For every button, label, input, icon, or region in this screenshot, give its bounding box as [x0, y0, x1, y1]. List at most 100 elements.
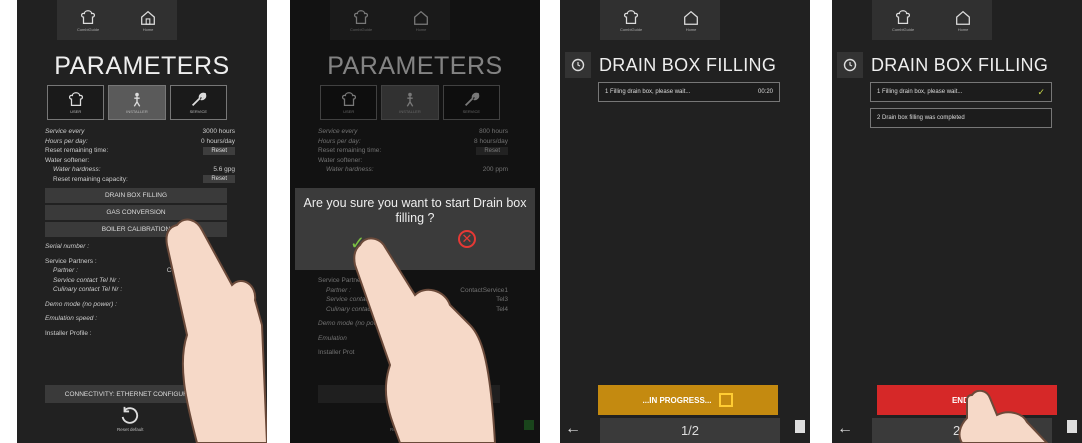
home-button[interactable]: Home: [139, 9, 157, 32]
end-label: END: [951, 395, 969, 405]
top-bar: CombiGuide Home: [600, 0, 720, 40]
param-row: Installer Profile :: [45, 329, 235, 339]
bookmark-icon[interactable]: [1067, 420, 1077, 433]
param-row: Serial number :: [45, 242, 235, 252]
emulation-label: Emulation speed :: [45, 315, 98, 323]
combiguide-button[interactable]: CombiGuide: [77, 9, 99, 32]
home-label: Home: [142, 26, 154, 32]
combiguide-button[interactable]: CombiGuide: [892, 9, 914, 32]
tab-bar: USER INSTALLER SERVICE: [47, 85, 227, 120]
chef-hat-icon: [624, 9, 639, 24]
page-indicator: 1/2: [600, 418, 780, 443]
page-title: PARAMETERS: [54, 52, 230, 80]
partners-label: Service Partners :: [45, 257, 97, 265]
step-text: 2 Drain box filling was completed: [877, 115, 965, 121]
drain-box-filling-button[interactable]: DRAIN BOX FILLING: [45, 188, 227, 203]
parameter-list: Service every 3000 hours Hours per day: 0 …: [45, 127, 235, 338]
confirm-screen: CombiGuide Home PARAMETERS USER INSTALLE…: [290, 0, 540, 443]
wrench-icon: [192, 92, 207, 107]
connectivity-button[interactable]: CONNECTIVITY: ETHERNET CONFIGURATION: [45, 385, 227, 403]
dialog-question: Are you sure you want to start Drain box…: [303, 196, 527, 225]
installer-icon: [133, 92, 141, 107]
param-row: Service every 3000 hours: [45, 127, 235, 137]
home-button[interactable]: Home: [954, 9, 972, 32]
tab-installer-label: INSTALLER: [126, 109, 148, 114]
combiguide-label: CombiGuide: [619, 26, 643, 32]
param-row: Hours per day: 0 hours/day: [45, 137, 235, 147]
demo-mode-label: Demo mode (no power) :: [45, 300, 117, 308]
tab-service-label: SERVICE: [189, 109, 208, 114]
home-icon: [956, 10, 970, 25]
drain-box-complete-screen: CombiGuide Home DRAIN BOX FILLING 1 Fill…: [832, 0, 1082, 443]
param-row: Demo mode (no power) :: [45, 300, 235, 310]
param-row: Emulation speed :: [45, 314, 235, 324]
parameters-screen: CombiGuide Home PARAMETERS USER INSTALLE…: [17, 0, 267, 443]
top-bar: CombiGuide Home: [872, 0, 992, 40]
combiguide-label: CombiGuide: [891, 26, 915, 32]
page-indicator: 2/2: [872, 418, 1052, 443]
clock-icon[interactable]: [565, 52, 591, 78]
param-row: Partner : Co: [45, 266, 235, 276]
tab-service[interactable]: SERVICE: [169, 85, 227, 120]
home-label: Home: [957, 26, 969, 32]
step-item: 1 Filling drain box, please wait... ✓: [870, 82, 1052, 102]
check-icon: ✓: [1037, 86, 1045, 97]
partner-value: Co: [166, 267, 175, 275]
culinary-contact-label: Culinary contact Tel Nr :: [53, 286, 123, 294]
page-title: DRAIN BOX FILLING: [599, 54, 777, 75]
serial-label: Serial number :: [45, 243, 90, 251]
tab-user[interactable]: USER: [47, 85, 105, 120]
page-title: DRAIN BOX FILLING: [871, 54, 1049, 75]
tab-installer[interactable]: INSTALLER: [108, 85, 166, 120]
gas-conversion-button[interactable]: GAS CONVERSION: [45, 205, 227, 220]
back-arrow-icon[interactable]: ←: [565, 420, 581, 438]
page-header: DRAIN BOX FILLING: [560, 52, 810, 78]
param-value[interactable]: 3000 hours: [202, 128, 235, 135]
param-label: Reset remaining capacity:: [53, 175, 128, 183]
param-label: Reset remaining time:: [45, 147, 109, 155]
installer-profile-label: Installer Profile :: [45, 329, 92, 337]
reset-capacity-button[interactable]: Reset: [203, 175, 235, 184]
reset-time-button[interactable]: Reset: [203, 146, 235, 155]
clock-icon[interactable]: [837, 52, 863, 78]
home-shortcut-icon[interactable]: [251, 420, 261, 430]
chef-hat-icon: [896, 9, 911, 24]
tab-user-label: USER: [70, 109, 82, 114]
param-label: Water hardness:: [53, 166, 101, 174]
step-text: 1 Filling drain box, please wait...: [605, 89, 691, 95]
tutorial-stage: CombiGuide Home PARAMETERS USER INSTALLE…: [0, 0, 1082, 443]
in-progress-button[interactable]: ...IN PROGRESS...: [598, 385, 778, 415]
param-label: Service every: [45, 128, 85, 136]
step-timer: 00:20: [757, 89, 773, 95]
param-row: Service Partners :: [45, 257, 235, 267]
combiguide-label: CombiGuide: [76, 26, 100, 32]
end-button[interactable]: END ⚑: [877, 385, 1057, 415]
step-item: 2 Drain box filling was completed: [870, 108, 1052, 128]
page-header: DRAIN BOX FILLING: [832, 52, 1082, 78]
param-value[interactable]: 0 hours/day: [201, 138, 235, 145]
param-row: Reset remaining capacity: Reset: [45, 175, 235, 185]
reset-icon: [122, 406, 139, 424]
chef-hat-icon: [81, 9, 96, 24]
reset-default-button[interactable]: Reset default: [117, 405, 144, 432]
param-label: Hours per day:: [45, 137, 88, 145]
top-bar: CombiGuide Home: [57, 0, 177, 40]
confirm-check-icon[interactable]: ✓: [350, 233, 365, 254]
param-row: Water softener:: [45, 156, 235, 166]
home-icon: [684, 10, 698, 25]
drain-box-progress-screen: CombiGuide Home DRAIN BOX FILLING 1 Fill…: [560, 0, 810, 443]
step-text: 1 Filling drain box, please wait...: [877, 89, 963, 95]
reset-default-label: Reset default: [117, 427, 144, 432]
partner-label: Partner :: [53, 267, 78, 275]
back-arrow-icon[interactable]: ←: [837, 420, 853, 438]
chef-hat-icon: [68, 92, 83, 107]
step-item: 1 Filling drain box, please wait... 00:2…: [598, 82, 780, 102]
boiler-calibration-button[interactable]: BOILER CALIBRATION: [45, 222, 227, 237]
bookmark-icon[interactable]: [795, 420, 805, 433]
combiguide-button[interactable]: CombiGuide: [620, 9, 642, 32]
confirm-dialog: Are you sure you want to start Drain box…: [295, 188, 535, 270]
param-row: Service contact Tel Nr :: [45, 276, 235, 286]
cancel-x-icon[interactable]: ✕: [458, 230, 476, 248]
param-value[interactable]: 5.6 gpg: [213, 166, 235, 173]
home-button[interactable]: Home: [682, 9, 700, 32]
